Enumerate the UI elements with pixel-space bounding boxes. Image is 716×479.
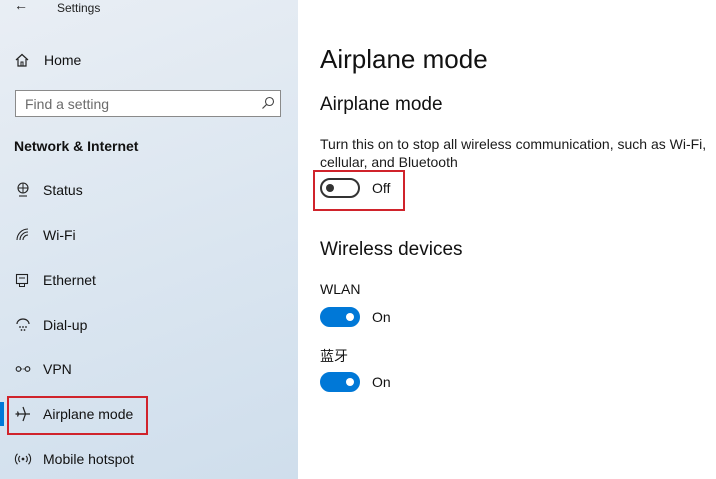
- vpn-icon: [14, 360, 32, 378]
- sidebar-item-label: Airplane mode: [43, 406, 134, 422]
- page-title: Airplane mode: [320, 44, 488, 74]
- toggle-knob: [346, 378, 354, 386]
- bluetooth-label: 蓝牙: [320, 348, 348, 364]
- sidebar-item-mobile-hotspot[interactable]: Mobile hotspot: [0, 442, 298, 476]
- sidebar-item-ethernet[interactable]: Ethernet: [0, 263, 298, 297]
- main-content: Airplane mode Airplane mode Turn this on…: [298, 0, 716, 479]
- ethernet-icon: [14, 271, 32, 289]
- wlan-label: WLAN: [320, 281, 361, 297]
- sidebar-item-label: Wi-Fi: [43, 227, 76, 243]
- sidebar-item-wifi[interactable]: Wi-Fi: [0, 218, 298, 252]
- title-bar: ← Settings: [0, 0, 298, 18]
- app-title: Settings: [57, 1, 101, 15]
- section-title: Network & Internet: [14, 138, 139, 154]
- sidebar-item-status[interactable]: Status: [0, 173, 298, 207]
- airplane-mode-heading: Airplane mode: [320, 94, 443, 115]
- airplane-icon: [14, 405, 32, 423]
- wlan-toggle-state: On: [372, 309, 391, 325]
- airplane-mode-toggle-row[interactable]: Off: [320, 178, 470, 200]
- wlan-toggle[interactable]: [320, 307, 360, 327]
- toggle-knob: [326, 184, 334, 192]
- airplane-mode-description: Turn this on to stop all wireless commun…: [320, 136, 707, 170]
- airplane-mode-toggle[interactable]: [320, 178, 360, 198]
- mobile-hotspot-icon: [14, 450, 32, 468]
- status-icon: [14, 181, 32, 199]
- sidebar-item-label: Mobile hotspot: [43, 451, 135, 467]
- sidebar-item-label: Dial-up: [43, 317, 88, 333]
- search-box[interactable]: [15, 90, 281, 117]
- home-icon: [14, 52, 30, 68]
- bluetooth-toggle[interactable]: [320, 372, 360, 392]
- sidebar-item-label: VPN: [43, 361, 72, 377]
- sidebar-item-label: Ethernet: [43, 272, 96, 288]
- dial-up-icon: [14, 316, 32, 334]
- sidebar: ← Settings Home Network & Internet Statu…: [0, 0, 298, 479]
- sidebar-item-dial-up[interactable]: Dial-up: [0, 308, 298, 342]
- sidebar-item-airplane-mode[interactable]: Airplane mode: [0, 397, 298, 431]
- nav-home-label: Home: [44, 52, 82, 68]
- toggle-knob: [346, 313, 354, 321]
- back-arrow-icon[interactable]: ←: [14, 0, 28, 13]
- wifi-icon: [14, 226, 32, 244]
- search-icon[interactable]: [261, 96, 275, 110]
- sidebar-item-vpn[interactable]: VPN: [0, 352, 298, 386]
- search-input[interactable]: [16, 91, 252, 116]
- wireless-devices-heading: Wireless devices: [320, 239, 463, 260]
- airplane-mode-toggle-state: Off: [372, 180, 391, 196]
- wlan-toggle-row[interactable]: On: [320, 307, 470, 329]
- sidebar-item-label: Status: [43, 182, 83, 198]
- bluetooth-toggle-row[interactable]: On: [320, 372, 470, 394]
- nav-home[interactable]: Home: [0, 46, 298, 74]
- bluetooth-toggle-state: On: [372, 374, 391, 390]
